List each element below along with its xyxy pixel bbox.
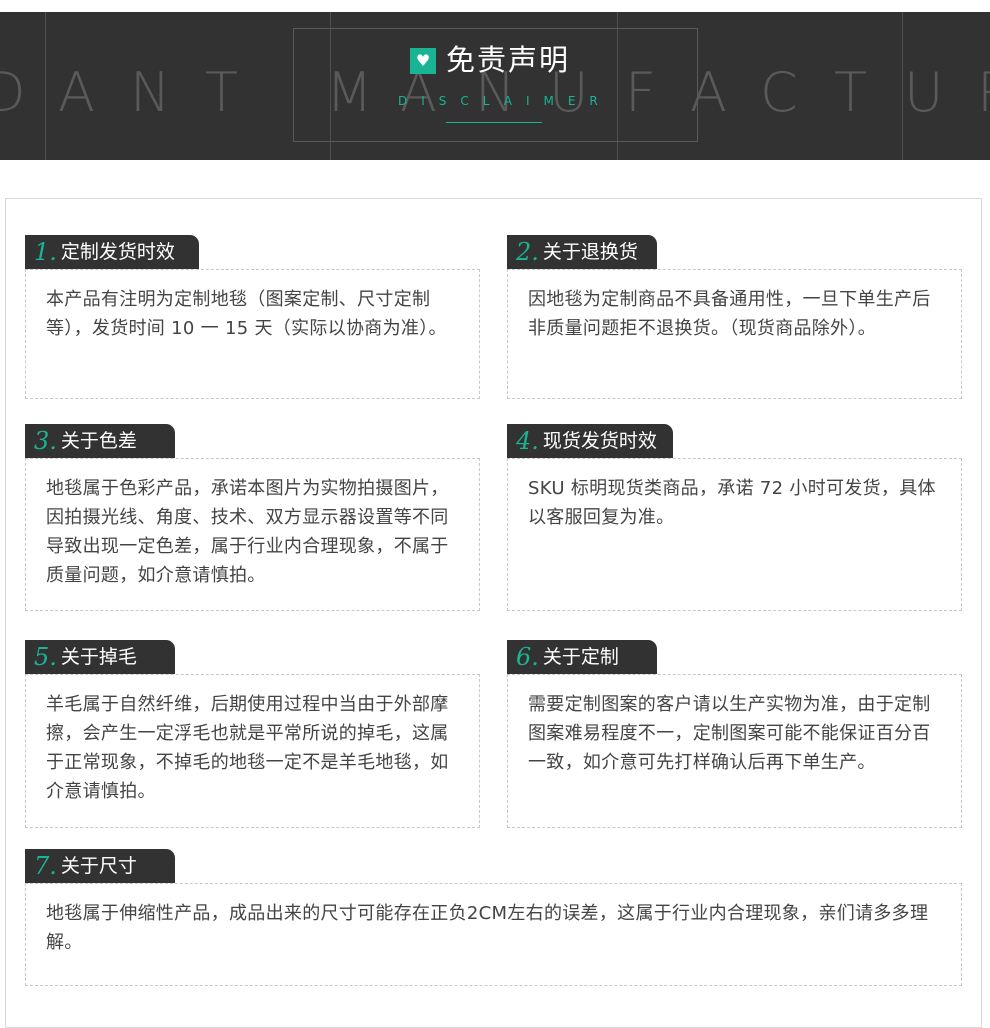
banner-bg-letter: U <box>904 61 944 124</box>
banner-grid-line <box>45 12 46 160</box>
section-body: 需要定制图案的客户请以生产实物为准，由于定制图案难易程度不一，定制图案可能不能保… <box>507 674 962 828</box>
banner-bg-letter: T <box>205 61 238 124</box>
section-body: 羊毛属于自然纤维，后期使用过程中当由于外部摩擦，会产生一定浮毛也就是平常所说的掉… <box>25 674 480 828</box>
banner-bg-letter: C <box>760 61 798 124</box>
page-title: 免责声明 <box>446 43 571 77</box>
section-tag: 5. 关于掉毛 <box>25 640 175 674</box>
title-underline <box>446 122 542 123</box>
section-body: 地毯属于色彩产品，承诺本图片为实物拍摄图片，因拍摄光线、角度、技术、双方显示器设… <box>25 458 480 611</box>
section-tag: 4. 现货发货时效 <box>507 424 673 458</box>
section-number: 4. <box>516 427 539 455</box>
section-body: 因地毯为定制商品不具备通用性，一旦下单生产后非质量问题拒不退换货。（现货商品除外… <box>507 269 962 399</box>
section-number: 6. <box>516 643 539 671</box>
section-body: 本产品有注明为定制地毯（图案定制、尺寸定制等），发货时间 10 一 15 天（实… <box>25 269 480 399</box>
heart-icon: ♥ <box>410 47 436 74</box>
banner-grid-line <box>902 12 903 160</box>
section-title: 关于尺寸 <box>60 854 137 877</box>
section-number: 3. <box>34 427 57 455</box>
banner-bg-letter: A <box>58 61 95 124</box>
section-number: 2. <box>516 238 539 266</box>
section-tag: 7. 关于尺寸 <box>25 849 175 883</box>
section-title: 定制发货时效 <box>60 240 175 263</box>
section-tag: 3. 关于色差 <box>25 424 175 458</box>
section-number: 5. <box>34 643 57 671</box>
page-subtitle: DISCLAIMER <box>398 94 612 108</box>
section-tag: 6. 关于定制 <box>507 640 657 674</box>
section-tag: 2. 关于退换货 <box>507 235 657 269</box>
banner-bg-letter: T <box>834 61 867 124</box>
section-title: 关于掉毛 <box>60 645 137 668</box>
section-title: 现货发货时效 <box>542 429 657 452</box>
section-title: 关于定制 <box>542 645 619 668</box>
section-tag: 1. 定制发货时效 <box>25 235 199 269</box>
banner-bg-letter: R <box>977 66 990 120</box>
banner-title-group: ♥ 免责声明 <box>410 46 570 75</box>
section-title: 关于色差 <box>60 429 137 452</box>
section-body: SKU 标明现货类商品，承诺 72 小时可发货，具体以客服回复为准。 <box>507 458 962 611</box>
banner-bg-letter: D <box>0 61 26 124</box>
section-body: 地毯属于伸缩性产品，成品出来的尺寸可能存在正负2CM左右的误差，这属于行业内合理… <box>25 883 962 986</box>
section-title: 关于退换货 <box>542 240 638 263</box>
banner-bg-letter: N <box>130 61 171 124</box>
section-number: 1. <box>34 238 57 266</box>
disclaimer-banner: D A N T M A N U F A C T U R ♥ 免责声明 DISCL… <box>0 12 990 160</box>
section-number: 7. <box>34 852 57 880</box>
